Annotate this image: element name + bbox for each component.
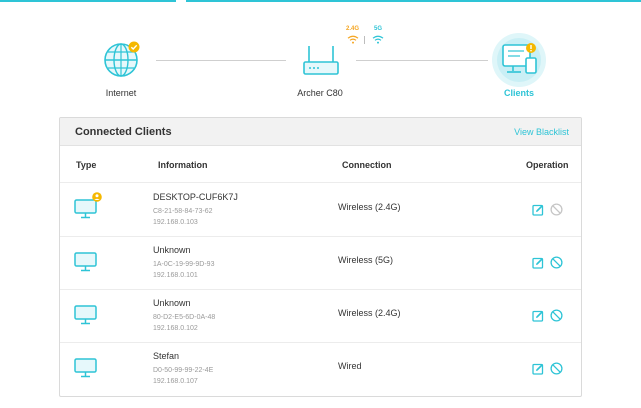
internet-node[interactable] bbox=[100, 38, 144, 82]
network-map: Internet Archer C80 2.4G 5G Clients bbox=[0, 0, 641, 110]
monitor-icon bbox=[74, 252, 97, 272]
client-type-cell bbox=[74, 251, 98, 273]
clients-label[interactable]: Clients bbox=[459, 88, 579, 98]
client-mac: D0-50-99-99-22-4E bbox=[153, 367, 214, 374]
client-ip: 192.168.0.102 bbox=[153, 325, 198, 332]
router-icon bbox=[303, 46, 339, 75]
client-ip: 192.168.0.103 bbox=[153, 219, 198, 226]
client-ip: 192.168.0.101 bbox=[153, 272, 198, 279]
client-name: Unknown bbox=[153, 245, 191, 255]
edit-icon[interactable] bbox=[532, 310, 544, 322]
column-header-operation: Operation bbox=[526, 160, 569, 170]
wifi-5-icon bbox=[372, 35, 384, 44]
table-row: Unknown 80-D2-E5-6D-0A-48 192.168.0.102 … bbox=[60, 290, 581, 343]
block-icon[interactable] bbox=[550, 256, 563, 269]
connected-clients-card: Connected Clients View Blacklist Type In… bbox=[59, 117, 582, 397]
client-connection: Wireless (5G) bbox=[338, 255, 394, 265]
block-icon[interactable] bbox=[550, 309, 563, 322]
client-name: Unknown bbox=[153, 298, 191, 308]
monitor-icon bbox=[74, 305, 97, 325]
table-row: Unknown 1A-0C-19-99-9D-93 192.168.0.101 … bbox=[60, 237, 581, 290]
client-type-cell bbox=[74, 304, 98, 326]
client-connection: Wired bbox=[338, 361, 362, 371]
router-label: Archer C80 bbox=[297, 88, 343, 98]
client-ip: 192.168.0.107 bbox=[153, 378, 198, 385]
client-name: Stefan bbox=[153, 351, 180, 361]
edit-icon[interactable] bbox=[532, 257, 544, 269]
card-header: Connected Clients View Blacklist bbox=[60, 118, 581, 146]
connected-check-icon bbox=[128, 41, 140, 53]
card-title: Connected Clients bbox=[75, 126, 172, 138]
router-clients-line bbox=[356, 60, 488, 61]
view-blacklist-link[interactable]: View Blacklist bbox=[514, 127, 569, 137]
monitor-icon bbox=[74, 358, 97, 378]
client-type-cell bbox=[74, 357, 98, 379]
block-icon[interactable] bbox=[550, 362, 563, 375]
band-separator bbox=[364, 36, 365, 44]
clients-node[interactable] bbox=[489, 31, 549, 91]
client-mac: 1A-0C-19-99-9D-93 bbox=[153, 261, 215, 268]
table-row: DESKTOP-CUF6K7J C8-21-58-84-73-62 192.16… bbox=[60, 184, 581, 237]
internet-router-line bbox=[156, 60, 286, 61]
user-badge-icon bbox=[92, 192, 102, 202]
column-header-connection: Connection bbox=[342, 160, 392, 170]
table-header: Type Information Connection Operation bbox=[60, 147, 581, 183]
wifi-24-icon bbox=[347, 35, 359, 44]
band-24-label: 2.4G bbox=[346, 26, 360, 32]
client-name: DESKTOP-CUF6K7J bbox=[153, 192, 238, 202]
band-5-label: 5G bbox=[374, 26, 383, 32]
column-header-type: Type bbox=[76, 160, 97, 170]
table-row: Stefan D0-50-99-99-22-4E 192.168.0.107 W… bbox=[60, 343, 581, 396]
client-connection: Wireless (2.4G) bbox=[338, 202, 401, 212]
clients-device-icon bbox=[492, 33, 546, 87]
column-header-information: Information bbox=[158, 160, 208, 170]
client-mac: C8-21-58-84-73-62 bbox=[153, 208, 213, 215]
edit-icon[interactable] bbox=[532, 204, 544, 216]
internet-label: Internet bbox=[105, 88, 137, 98]
client-connection: Wireless (2.4G) bbox=[338, 308, 401, 318]
router-node[interactable] bbox=[300, 42, 342, 78]
client-mac: 80-D2-E5-6D-0A-48 bbox=[153, 314, 216, 321]
client-type-cell bbox=[74, 192, 102, 220]
block-icon[interactable] bbox=[550, 203, 563, 216]
edit-icon[interactable] bbox=[532, 363, 544, 375]
